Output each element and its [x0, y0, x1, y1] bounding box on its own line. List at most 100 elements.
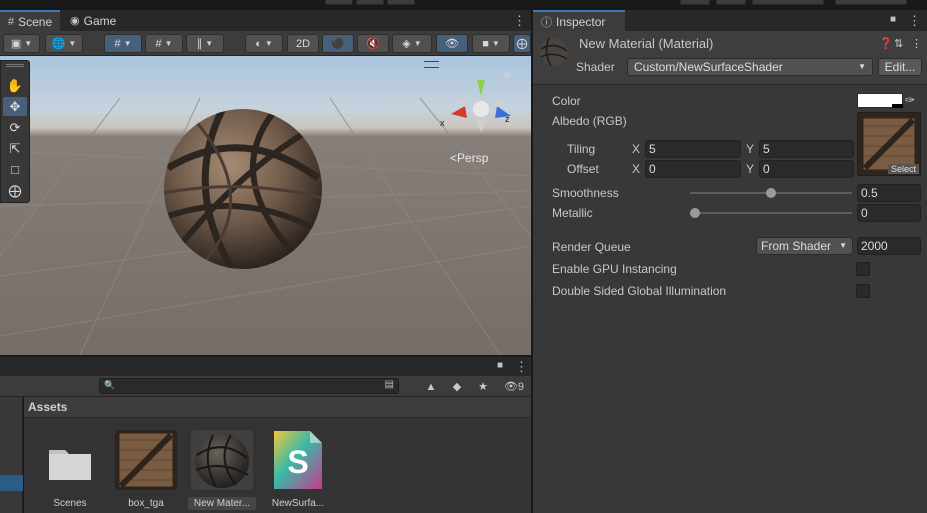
edit-shader-button[interactable]: Edit... — [878, 58, 922, 76]
svg-text:S: S — [287, 444, 308, 480]
gizmos-dropdown[interactable]: ⨁ — [513, 34, 531, 53]
offset-x-field[interactable]: 0 — [645, 160, 741, 178]
increment-snap-toggle[interactable]: ∥ ▼ — [186, 34, 224, 53]
perspective-toggle[interactable]: <Persp — [450, 151, 488, 165]
asset-name: New Mater... — [188, 497, 256, 510]
scale-tool-button[interactable]: ⇱ — [3, 139, 27, 158]
grid-icon: # — [8, 15, 15, 28]
kebab-menu-icon[interactable]: ⋮ — [513, 13, 526, 29]
tiling-x-field[interactable]: 5 — [645, 140, 741, 158]
tab-game[interactable]: ◉ Game — [62, 10, 126, 31]
global-toggle[interactable]: 🌐 ▼ — [45, 34, 83, 53]
move-tool-button[interactable]: ✥ — [3, 97, 27, 116]
history-button[interactable] — [680, 0, 710, 5]
transform-tool-button[interactable]: ⨁ — [3, 181, 27, 200]
filter-by-type-button[interactable]: ▲ — [420, 378, 442, 395]
globe-icon: 🌐 — [51, 38, 66, 50]
draw-mode-dropdown[interactable]: ▣ ▼ — [3, 34, 40, 53]
favorites-button[interactable]: ★ — [472, 378, 494, 395]
asset-item-scenes[interactable]: Scenes — [36, 430, 104, 510]
asset-item-new-surface-shader[interactable]: S NewSurfa... — [264, 430, 332, 510]
render-queue-field[interactable]: 2000 — [857, 237, 921, 255]
asset-item-new-material[interactable]: New Mater... — [188, 430, 256, 510]
layers-dropdown[interactable] — [752, 0, 824, 5]
play-button[interactable] — [325, 0, 353, 5]
smoothness-field[interactable]: 0.5 — [857, 184, 921, 202]
shading-mode-dropdown[interactable]: ◐ ▼ — [245, 34, 283, 53]
tab-inspector[interactable]: ⓘ Inspector — [533, 10, 625, 31]
asset-name: NewSurfa... — [271, 498, 325, 509]
drag-handle-icon[interactable] — [6, 64, 24, 67]
audio-toggle[interactable]: 🔇 — [357, 34, 389, 53]
visibility-toggle[interactable]: 👁 — [436, 34, 468, 53]
lock-icon[interactable]: ■ — [890, 14, 896, 25]
camera-dropdown[interactable]: ■ ▼ — [472, 34, 510, 53]
metallic-field[interactable]: 0 — [857, 204, 921, 222]
layout-dropdown[interactable] — [835, 0, 907, 5]
orientation-gizmo-icon[interactable] — [445, 76, 520, 136]
top-toolbar-strip — [0, 0, 927, 10]
kebab-menu-icon[interactable]: ⋮ — [515, 359, 528, 375]
tab-scene-label: Scene — [18, 14, 53, 29]
lighting-toggle[interactable]: ⚫ — [322, 34, 354, 53]
scene-viewport[interactable]: ■ — [0, 56, 531, 355]
axis-z-label: z — [505, 114, 510, 124]
tab-scene[interactable]: # Scene — [0, 10, 60, 31]
hand-icon: ✋ — [6, 77, 24, 93]
chevron-down-icon: ▼ — [413, 39, 422, 48]
double-sided-gi-checkbox[interactable] — [856, 284, 870, 298]
material-header: New Material (Material) ❓ ⇅ ⋮ Shader Cus… — [533, 31, 927, 85]
effects-icon: ◈ — [402, 38, 411, 50]
color-swatch[interactable] — [857, 93, 903, 108]
grid-snap-toggle[interactable]: # ▼ — [104, 34, 142, 53]
asset-item-box-tga[interactable]: box_tga — [112, 428, 180, 510]
rect-icon: □ — [11, 162, 19, 177]
render-queue-source: From Shader — [761, 239, 832, 253]
step-button[interactable] — [387, 0, 415, 5]
metallic-slider-handle[interactable] — [690, 208, 700, 218]
material-title: New Material (Material) — [579, 36, 714, 51]
move-icon: ✥ — [9, 98, 21, 114]
hidden-packages-toggle[interactable]: 👁 9 — [500, 378, 528, 395]
hand-tool-button[interactable]: ✋ — [3, 76, 27, 95]
pause-button[interactable] — [356, 0, 384, 5]
search-input[interactable]: 🔍 ▤ — [99, 378, 399, 394]
scale-icon: ⇱ — [9, 140, 21, 156]
rotate-tool-button[interactable]: ⟳ — [3, 118, 27, 137]
gpu-instancing-checkbox[interactable] — [856, 262, 870, 276]
tiling-y-field[interactable]: 5 — [759, 140, 854, 158]
preset-icon[interactable]: ⇅ — [894, 37, 903, 50]
lock-icon[interactable]: ■ — [504, 70, 510, 81]
overlay-menu-icon[interactable] — [424, 61, 439, 68]
tiling-y-label: Y — [746, 142, 755, 156]
filter-by-label-button[interactable]: ◆ — [446, 378, 468, 395]
render-queue-label: Render Queue — [552, 240, 631, 254]
shader-dropdown[interactable]: Custom/NewSurfaceShader ▼ — [627, 58, 873, 76]
breadcrumb[interactable]: Assets — [28, 400, 67, 414]
help-icon[interactable]: ❓ — [879, 37, 893, 50]
lightbulb-icon: ⚫ — [331, 38, 345, 50]
kebab-menu-icon[interactable]: ⋮ — [908, 13, 921, 29]
metallic-slider[interactable] — [690, 212, 852, 214]
search-filter-icon[interactable]: ▤ — [385, 379, 394, 390]
project-folder-tree[interactable] — [0, 397, 23, 513]
offset-y-field[interactable]: 0 — [759, 160, 854, 178]
mode-2d-toggle[interactable]: 2D — [287, 34, 319, 53]
draw-mode-icon: ▣ — [10, 38, 22, 50]
smoothness-slider-handle[interactable] — [766, 188, 776, 198]
select-texture-button[interactable]: Select — [887, 164, 919, 174]
project-tab-bar: ■ ⋮ — [0, 356, 531, 376]
rect-tool-button[interactable]: □ — [3, 160, 27, 179]
grid-icon: # — [155, 37, 162, 50]
grid-toggle[interactable]: # ▼ — [145, 34, 183, 53]
render-queue-dropdown[interactable]: From Shader ▼ — [756, 237, 853, 255]
offset-label: Offset — [567, 162, 599, 176]
search-button[interactable] — [716, 0, 746, 5]
effects-dropdown[interactable]: ◈ ▼ — [392, 34, 432, 53]
folder-tree-selected-item[interactable] — [0, 475, 23, 491]
alpha-bar — [892, 104, 903, 108]
lock-icon[interactable]: ■ — [497, 360, 503, 371]
kebab-menu-icon[interactable]: ⋮ — [911, 37, 922, 50]
albedo-texture-slot[interactable]: Select — [857, 112, 921, 176]
eyedropper-icon[interactable]: ✑ — [905, 93, 915, 107]
